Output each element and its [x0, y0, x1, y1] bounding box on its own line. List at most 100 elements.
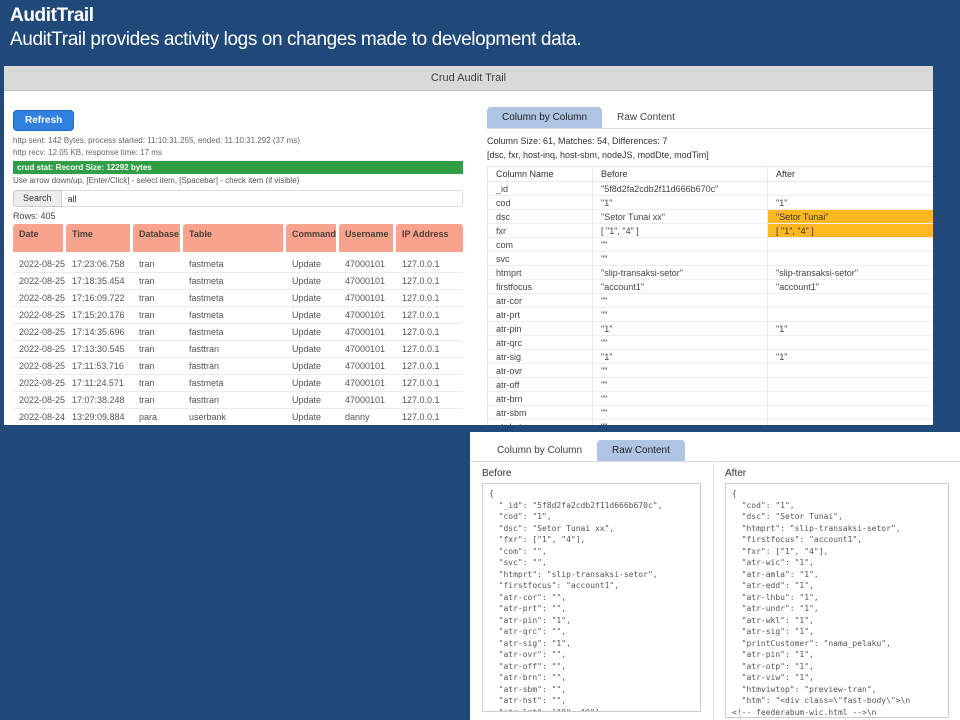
raw-tabs: Column by ColumnRaw Content [470, 440, 960, 462]
slide: { "colors": { "slide_bg": "#20497a", "ti… [0, 0, 960, 720]
json-line: "com": "", [489, 546, 694, 558]
compare-column-name: atr-off [488, 378, 593, 392]
cell: 2022-08-25 [13, 307, 66, 324]
compare-before-value: "" [593, 420, 768, 426]
audit-col-header-database: Database [133, 224, 183, 256]
compare-row: atr-sig"1""1" [488, 350, 934, 364]
json-line: "dsc": "Setor Tunai xx", [489, 523, 694, 535]
cell: 127.0.0.1 [396, 256, 463, 273]
cell: 2022-08-25 [13, 392, 66, 409]
compare-row: atr-ovr"" [488, 364, 934, 378]
compare-column-name: firstfocus [488, 280, 593, 294]
table-row[interactable]: 2022-08-2517:07:38.248tranfasttranUpdate… [13, 392, 463, 409]
json-line: "fxr": ["1", "4"], [489, 534, 694, 546]
table-row[interactable]: 2022-08-2517:16:09.722tranfastmetaUpdate… [13, 290, 463, 307]
cell: 127.0.0.1 [396, 392, 463, 409]
cell: fastmeta [183, 307, 286, 324]
json-line: { [732, 488, 942, 500]
table-row[interactable]: 2022-08-2517:23:06.758tranfastmetaUpdate… [13, 256, 463, 273]
compare-row: fxr[ "1", "4" ][ "1", "4" ] [488, 224, 934, 238]
cell: fasttran [183, 341, 286, 358]
cell: 2022-08-25 [13, 256, 66, 273]
json-line: "htmprt": "slip-transaksi-setor", [732, 523, 942, 535]
tab-column-by-column[interactable]: Column by Column [482, 440, 597, 461]
table-row[interactable]: 2022-08-2517:15:20.176tranfastmetaUpdate… [13, 307, 463, 324]
compare-column-name: atr-ovr [488, 364, 593, 378]
json-line: "htmprt": "slip-transaksi-setor", [489, 569, 694, 581]
cell: 47000101 [339, 358, 396, 375]
table-row[interactable]: 2022-08-2517:13:30.545tranfasttranUpdate… [13, 341, 463, 358]
crud-stat-bar: crud stat: Record Size: 12292 bytes [13, 161, 463, 174]
audit-col-header-username: Username [339, 224, 396, 256]
cell: 127.0.0.1 [396, 273, 463, 290]
before-json-box[interactable]: { "_id": "5f8d2fa2cdb2f11d666b670c", "co… [482, 483, 701, 712]
rows-count: Rows: 405 [13, 211, 463, 221]
compare-col-header-before: Before [593, 167, 768, 182]
cell: para [133, 409, 183, 425]
compare-before-value: "Setor Tunai xx" [593, 210, 768, 224]
compare-column-name: atr-brn [488, 392, 593, 406]
cell: 17:16:09.722 [66, 290, 133, 307]
cell: tran [133, 324, 183, 341]
cell: danny [339, 409, 396, 425]
audit-table: DateTimeDatabaseTableCommandUsernameIP A… [13, 224, 463, 425]
cell: Update [286, 375, 339, 392]
compare-panel: Column by ColumnRaw Content Column Size:… [487, 107, 933, 425]
json-line: "cod": "1", [732, 500, 942, 512]
json-line: "firstfocus": "account1", [732, 534, 942, 546]
compare-row: cod"1""1" [488, 196, 934, 210]
tab-raw-content[interactable]: Raw Content [602, 107, 690, 128]
tab-column-by-column[interactable]: Column by Column [487, 107, 602, 128]
raw-before-section: Before { "_id": "5f8d2fa2cdb2f11d666b670… [482, 468, 701, 712]
after-label: After [725, 468, 949, 480]
audit-col-header-time: Time [66, 224, 133, 256]
compare-column-name: com [488, 238, 593, 252]
cell: 17:18:35.454 [66, 273, 133, 290]
compare-column-name: cod [488, 196, 593, 210]
compare-before-value: "1" [593, 322, 768, 336]
compare-row: atr-qrc"" [488, 336, 934, 350]
compare-column-name: atr-sig [488, 350, 593, 364]
slide-title: AuditTrail [10, 5, 94, 27]
json-line: "atr-viw": "1", [732, 672, 942, 684]
tab-raw-content[interactable]: Raw Content [597, 440, 685, 461]
cell: tran [133, 341, 183, 358]
compare-after-value [768, 336, 934, 350]
audit-col-header-ip-address: IP Address [396, 224, 463, 256]
table-row[interactable]: 2022-08-2517:14:35.696tranfastmetaUpdate… [13, 324, 463, 341]
table-row[interactable]: 2022-08-2517:18:35.454tranfastmetaUpdate… [13, 273, 463, 290]
compare-before-value: "" [593, 294, 768, 308]
audit-log-panel: Refresh http sent: 142 Bytes, process st… [13, 107, 463, 425]
after-json-box[interactable]: { "cod": "1", "dsc": "Setor Tunai", "htm… [725, 483, 949, 718]
table-row[interactable]: 2022-08-2517:11:24.571tranfastmetaUpdate… [13, 375, 463, 392]
compare-row: atr-brn"" [488, 392, 934, 406]
compare-after-value [768, 294, 934, 308]
before-label: Before [482, 468, 701, 480]
json-line: "atr-edd": "1", [732, 580, 942, 592]
search-button[interactable]: Search [13, 190, 62, 207]
cell: fasttran [183, 392, 286, 409]
compare-column-name: atr-hst [488, 420, 593, 426]
cell: 127.0.0.1 [396, 324, 463, 341]
json-line: "cod": "1", [489, 511, 694, 523]
search-input[interactable] [62, 190, 463, 207]
cell: 127.0.0.1 [396, 341, 463, 358]
table-row[interactable]: 2022-08-2517:11:53.716tranfasttranUpdate… [13, 358, 463, 375]
compare-after-value [768, 308, 934, 322]
compare-after-value: "1" [768, 350, 934, 364]
refresh-button[interactable]: Refresh [13, 110, 74, 131]
compare-before-value: "1" [593, 350, 768, 364]
raw-after-section: After { "cod": "1", "dsc": "Setor Tunai"… [725, 468, 949, 718]
compare-tabs: Column by ColumnRaw Content [487, 107, 933, 129]
compare-after-value [768, 392, 934, 406]
raw-content-window: Column by ColumnRaw Content Before { "_i… [470, 432, 960, 720]
json-line: "printCustomer": "nama_pelaku", [732, 638, 942, 650]
table-row[interactable]: 2022-08-2413:29:09.884parauserbankUpdate… [13, 409, 463, 425]
compare-column-name: htmprt [488, 266, 593, 280]
cell: 17:15:20.176 [66, 307, 133, 324]
compare-column-name: atr-cor [488, 294, 593, 308]
cell: 47000101 [339, 324, 396, 341]
compare-after-value [768, 182, 934, 196]
json-line: "atr-prt": "", [489, 603, 694, 615]
compare-before-value: "" [593, 252, 768, 266]
